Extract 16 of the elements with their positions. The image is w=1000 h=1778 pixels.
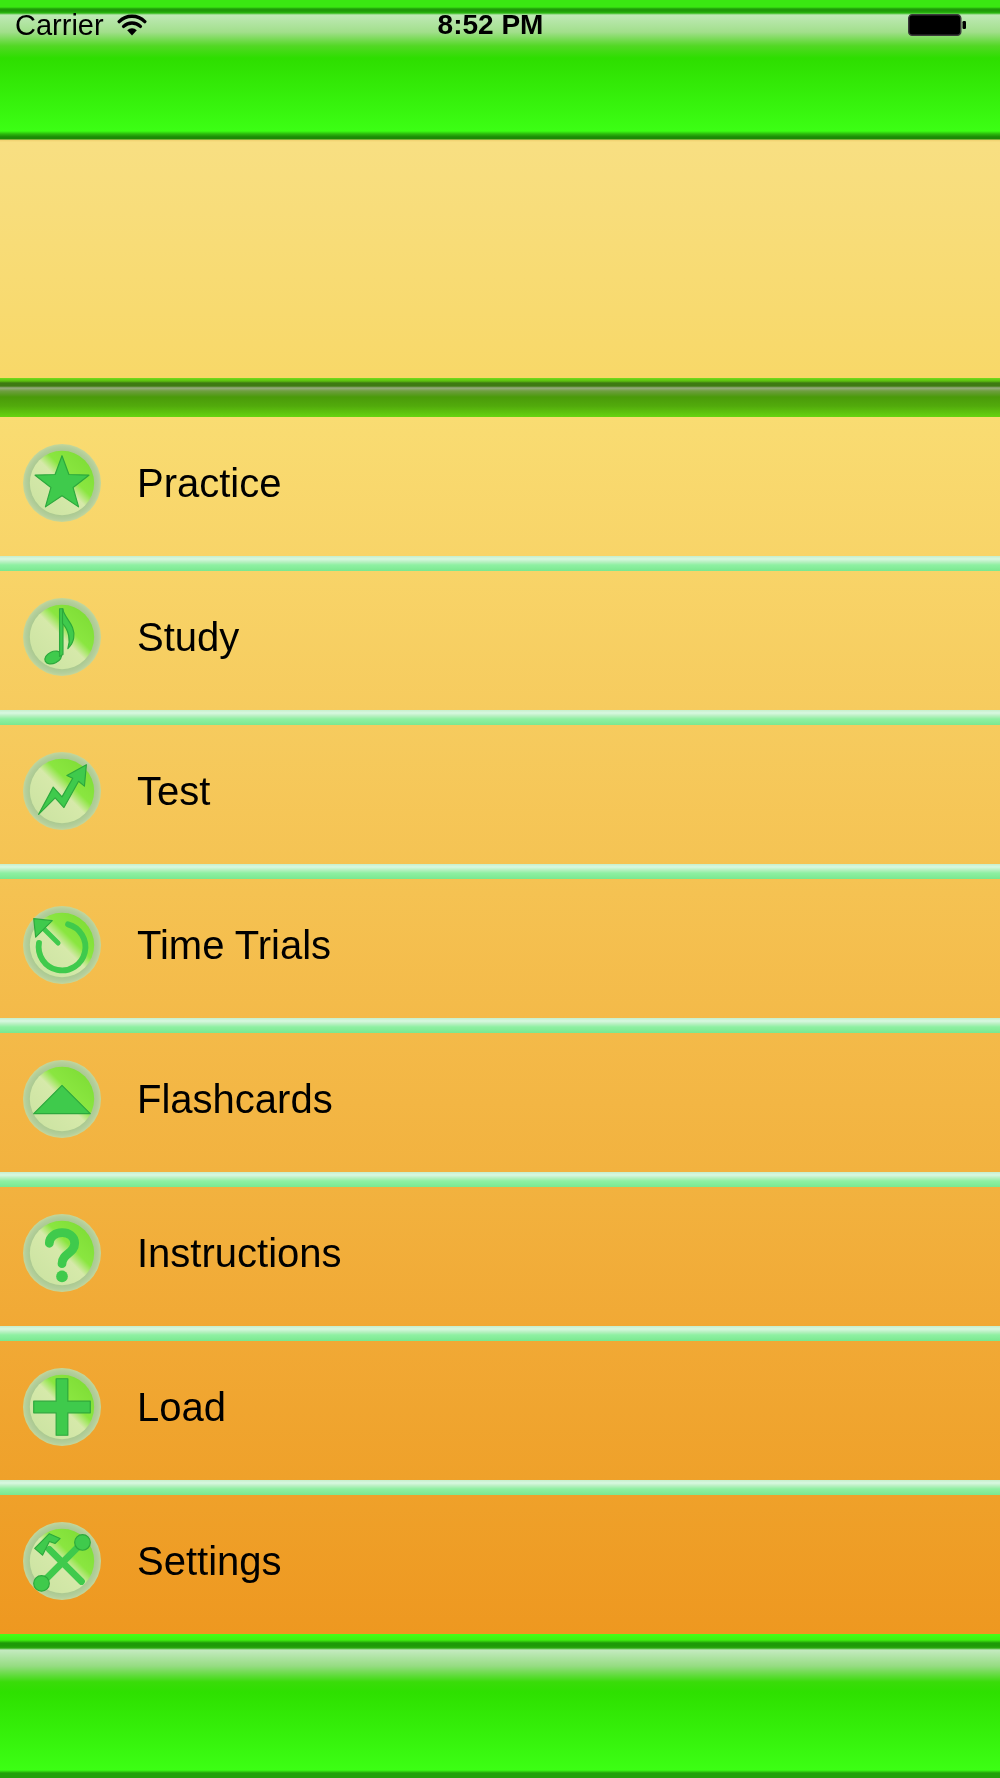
menu-item[interactable]: Settings <box>0 1495 1000 1634</box>
question-mark-icon <box>23 1214 101 1292</box>
menu-item[interactable]: Practice <box>0 417 1000 556</box>
carrier-label: Carrier <box>15 10 104 40</box>
battery-icon <box>908 14 966 36</box>
menu-item[interactable]: Load <box>0 1341 1000 1480</box>
menu-item[interactable]: Instructions <box>0 1187 1000 1326</box>
wifi-icon <box>116 14 147 36</box>
clock-time: 8:52 PM <box>437 11 544 39</box>
menu-item[interactable]: Study <box>0 571 1000 710</box>
menu-item[interactable]: Test <box>0 725 1000 864</box>
tools-icon <box>23 1522 101 1600</box>
plus-icon <box>23 1368 101 1446</box>
menu-item[interactable]: Time Trials <box>0 879 1000 1018</box>
music-note-icon <box>23 598 101 676</box>
menu-item[interactable]: Flashcards <box>0 1033 1000 1172</box>
